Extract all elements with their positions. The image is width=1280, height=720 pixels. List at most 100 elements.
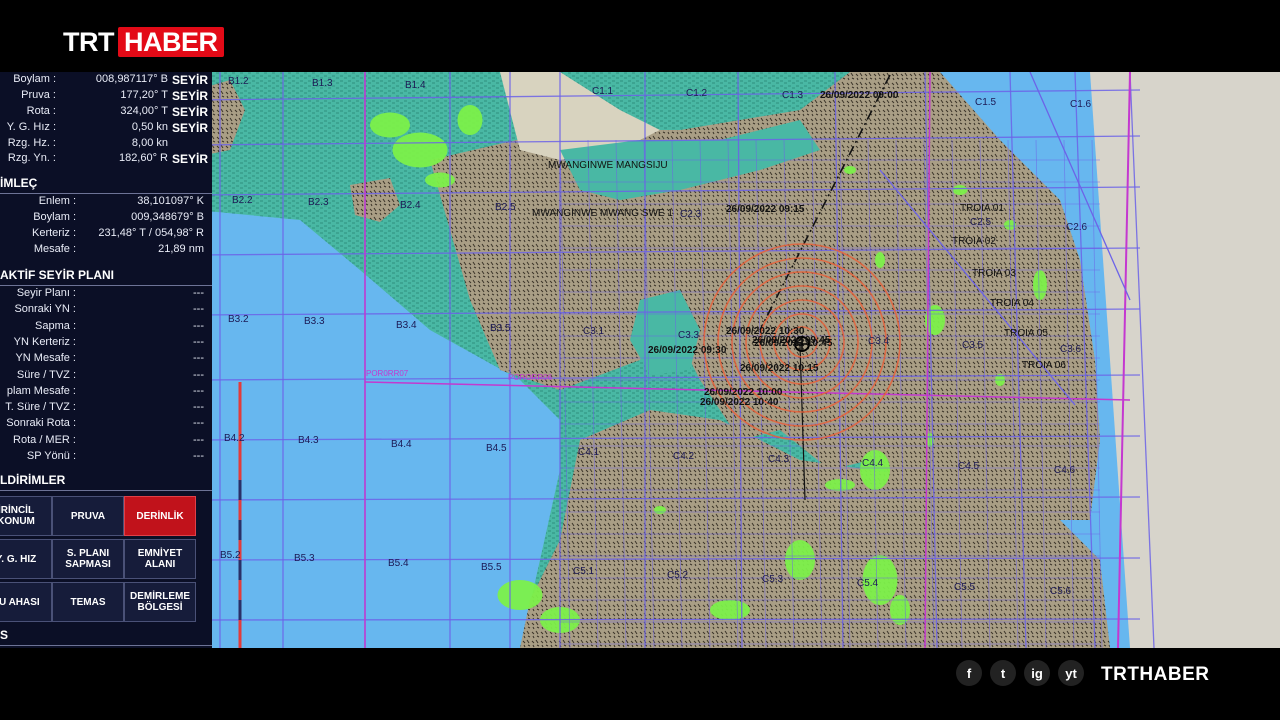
vegetation-patch xyxy=(825,479,855,491)
row-value: --- xyxy=(193,384,204,397)
row-value: 009,348679° B xyxy=(131,211,204,223)
alarm-button[interactable]: PRUVA xyxy=(52,496,124,536)
alarm-button[interactable]: DERİNLİK xyxy=(124,496,196,536)
youtube-icon: yt xyxy=(1058,660,1084,686)
row-value: 182,60° R xyxy=(118,152,168,164)
broadcast-bottom-bar xyxy=(0,648,1280,720)
row-label: Seyir Planı : xyxy=(16,287,76,299)
row-value: --- xyxy=(193,450,204,462)
row-value: 324,00° T xyxy=(120,105,168,117)
track-time-label: 26/09/2022 10:40 xyxy=(700,397,779,408)
grid-cell-label: B4.3 xyxy=(298,435,319,446)
alarm-button[interactable]: İRİNCİL KONUM xyxy=(0,496,52,536)
row-label: Boylam : xyxy=(13,73,56,85)
grid-cell-label: C4.6 xyxy=(1054,465,1076,476)
panel-row: Boylam : 009,348679° B xyxy=(0,211,212,227)
vegetation-patch xyxy=(370,112,410,138)
grid-cell-label: B4.5 xyxy=(486,443,507,454)
vegetation-patch xyxy=(1033,270,1047,300)
grid-cell-label: C2.3 xyxy=(680,209,702,220)
row-label: Enlem : xyxy=(38,195,76,207)
panel-section-title: S xyxy=(0,628,212,646)
row-label: Pruva : xyxy=(21,89,56,101)
grid-cell-label: C5.5 xyxy=(954,582,976,593)
panel-row: Rota : 324,00° T SEYİR xyxy=(0,105,212,121)
grid-cell-label: B5.5 xyxy=(481,562,502,573)
panel-row: Rzg. Yn. : 182,60° R SEYİR xyxy=(0,152,212,168)
grid-cell-label: B1.2 xyxy=(228,76,249,87)
alarm-button[interactable]: Y. G. HIZ xyxy=(0,539,52,579)
grid-cell-label: C4.4 xyxy=(862,458,884,469)
row-value: 008,987117° B xyxy=(95,73,168,85)
row-value: --- xyxy=(193,319,204,332)
twitter-icon: t xyxy=(990,660,1016,686)
panel-row: YN Mesafe : --- xyxy=(0,352,212,368)
panel-row: plam Mesafe : --- xyxy=(0,385,212,401)
panel-row: Enlem : 38,101097° K xyxy=(0,195,212,211)
panel-row: Mesafe : 21,89 nm xyxy=(0,243,212,259)
row-value: 177,20° T xyxy=(120,89,168,101)
row-label: Mesafe : xyxy=(33,243,76,255)
vegetation-patch xyxy=(497,580,543,610)
grid-cell-label: B3.5 xyxy=(490,323,511,334)
grid-cell-label: C3.1 xyxy=(583,326,605,337)
row-label: YN Mesafe : xyxy=(15,352,76,365)
grid-cell-label: B5.2 xyxy=(220,550,241,561)
row-value: --- xyxy=(193,287,204,299)
track-time-label: 26/09/2022 10:30 xyxy=(726,326,805,337)
grid-cell-label: C1.5 xyxy=(975,97,997,108)
row-value: --- xyxy=(193,401,204,414)
instagram-icon: ig xyxy=(1024,660,1050,686)
grid-cell-label: C3.5 xyxy=(962,340,984,351)
place-label: PORORR06 xyxy=(508,373,553,382)
row-label: Süre / TVZ : xyxy=(16,368,76,381)
alarm-button[interactable]: EMNİYET ALANI xyxy=(124,539,196,579)
grid-cell-label: C3.4 xyxy=(868,336,890,347)
place-label: TROIA 01 xyxy=(960,203,1004,214)
row-label: Kerteriz : xyxy=(31,227,76,239)
grid-cell-label: B1.3 xyxy=(312,78,333,89)
vegetation-patch xyxy=(875,252,885,268)
row-value: 38,101097° K xyxy=(137,195,204,207)
place-label: TROIA 06 xyxy=(1022,360,1066,371)
track-time-label: 26/09/2022 09:15 xyxy=(726,204,805,215)
place-label: TROIA 02 xyxy=(952,236,996,247)
panel-row: Seyir Planı : --- xyxy=(0,287,212,303)
row-label: YN Kerteriz : xyxy=(13,335,76,348)
grid-cell-label: C2.5 xyxy=(970,217,992,228)
alarm-button[interactable]: DEMİRLEME BÖLGESİ xyxy=(124,582,196,622)
panel-row: Boylam : 008,987117° B SEYİR xyxy=(0,73,212,89)
panel-section-title: İMLEÇ xyxy=(0,176,212,194)
grid-cell-label: C4.2 xyxy=(673,451,695,462)
row-mode: SEYİR xyxy=(172,121,209,135)
alarm-button[interactable]: SU AHASI xyxy=(0,582,52,622)
panel-row: SP Yönü : --- xyxy=(0,450,212,466)
panel-row: Süre / TVZ : --- xyxy=(0,369,212,385)
row-mode: SEYİR xyxy=(172,73,209,87)
grid-cell-label: B5.4 xyxy=(388,558,409,569)
row-value: 231,48° T / 054,98° R xyxy=(98,227,204,239)
grid-cell-label: B1.4 xyxy=(405,80,426,91)
alarm-button[interactable]: S. PLANI SAPMASI xyxy=(52,539,124,579)
row-label: Rzg. Hz. : xyxy=(7,137,56,149)
grid-cell-label: B2.5 xyxy=(495,202,516,213)
row-value: --- xyxy=(193,368,204,381)
grid-cell-label: C1.2 xyxy=(686,88,708,99)
panel-row: Kerteriz : 231,48° T / 054,98° R xyxy=(0,227,212,243)
grid-cell-label: C2.6 xyxy=(1066,222,1088,233)
panel-row: YN Kerteriz : --- xyxy=(0,336,212,352)
logo-trt-text: TRT xyxy=(63,26,114,57)
row-value: --- xyxy=(193,352,204,365)
footer-brand: TRTHABER xyxy=(1101,664,1210,685)
grid-cell-label: B5.3 xyxy=(294,553,315,564)
row-label: Rota : xyxy=(26,105,56,117)
track-time-label: 26/09/2022 10:15 xyxy=(740,363,819,374)
place-label: TROIA 03 xyxy=(972,268,1016,279)
social-icons: f t ig yt xyxy=(956,660,1084,686)
place-label: MWANGINWE MWANG SWE 1 xyxy=(532,208,673,219)
panel-row: Rota / MER : --- xyxy=(0,434,212,450)
nautical-chart[interactable]: B1.2 B1.3 B1.4 C1.1 C1.2 C1.3 C1.5 C1.6 B2.2 B2.3… xyxy=(196,72,1280,648)
alarm-button[interactable]: TEMAS xyxy=(52,582,124,622)
panel-section-title: LDİRİMLER xyxy=(0,473,212,491)
row-label: Sonraki YN : xyxy=(14,303,76,316)
